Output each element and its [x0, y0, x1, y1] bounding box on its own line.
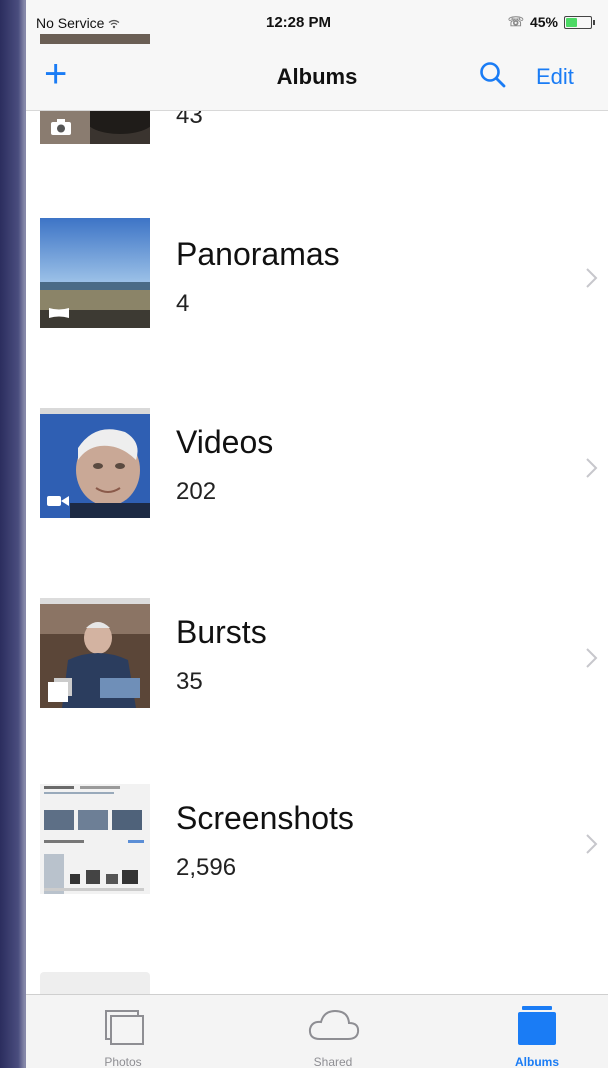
- album-name: Panoramas: [176, 236, 340, 272]
- edit-button[interactable]: Edit: [536, 64, 574, 90]
- album-row-bursts[interactable]: Bursts 35: [26, 598, 608, 718]
- album-name: Screenshots: [176, 800, 354, 836]
- phone-screen: No Service 12:28 PM ☏ 45% + Albums Edit: [26, 0, 608, 1068]
- chevron-right-icon: [586, 648, 598, 668]
- album-row-screenshots[interactable]: Screenshots 2,596: [26, 784, 608, 904]
- video-camera-icon: [47, 496, 69, 506]
- tab-bar: Photos Shared Albums: [26, 994, 608, 1068]
- album-count: 4: [176, 290, 190, 317]
- page-title: Albums: [276, 64, 358, 89]
- album-thumbnail: [40, 218, 150, 328]
- tab-label: Photos: [104, 1055, 142, 1068]
- album-thumbnail: [40, 784, 150, 894]
- chevron-right-icon: [586, 834, 598, 854]
- album-count: 2,596: [176, 854, 237, 881]
- album-row-videos[interactable]: Videos 202: [26, 408, 608, 528]
- navigation-bar: + Albums Edit: [26, 44, 608, 111]
- tab-photos[interactable]: Photos: [58, 995, 188, 1068]
- album-name: Bursts: [176, 614, 267, 650]
- albums-icon: [518, 1006, 556, 1045]
- album-thumbnail: [40, 408, 150, 518]
- photos-icon: [105, 1010, 144, 1045]
- album-thumbnail: [40, 598, 150, 708]
- album-count: 202: [176, 478, 217, 505]
- tab-label: Shared: [313, 1055, 353, 1068]
- cloud-icon: [308, 1009, 360, 1040]
- panorama-icon: [49, 308, 69, 318]
- camera-icon: [51, 119, 71, 135]
- tab-label: Albums: [514, 1055, 559, 1068]
- tab-shared[interactable]: Shared: [268, 995, 398, 1068]
- chevron-right-icon: [586, 458, 598, 478]
- album-name: Videos: [176, 424, 274, 460]
- search-icon[interactable]: [478, 60, 508, 90]
- chevron-right-icon: [586, 268, 598, 288]
- tab-albums[interactable]: Albums: [472, 995, 602, 1068]
- album-count: 35: [176, 668, 203, 695]
- album-row-panoramas[interactable]: Panoramas 4: [26, 218, 608, 338]
- album-list: 43 Panoramas 4 Videos 202 Bursts 35 Scre…: [26, 0, 608, 1002]
- burst-icon: [48, 678, 72, 702]
